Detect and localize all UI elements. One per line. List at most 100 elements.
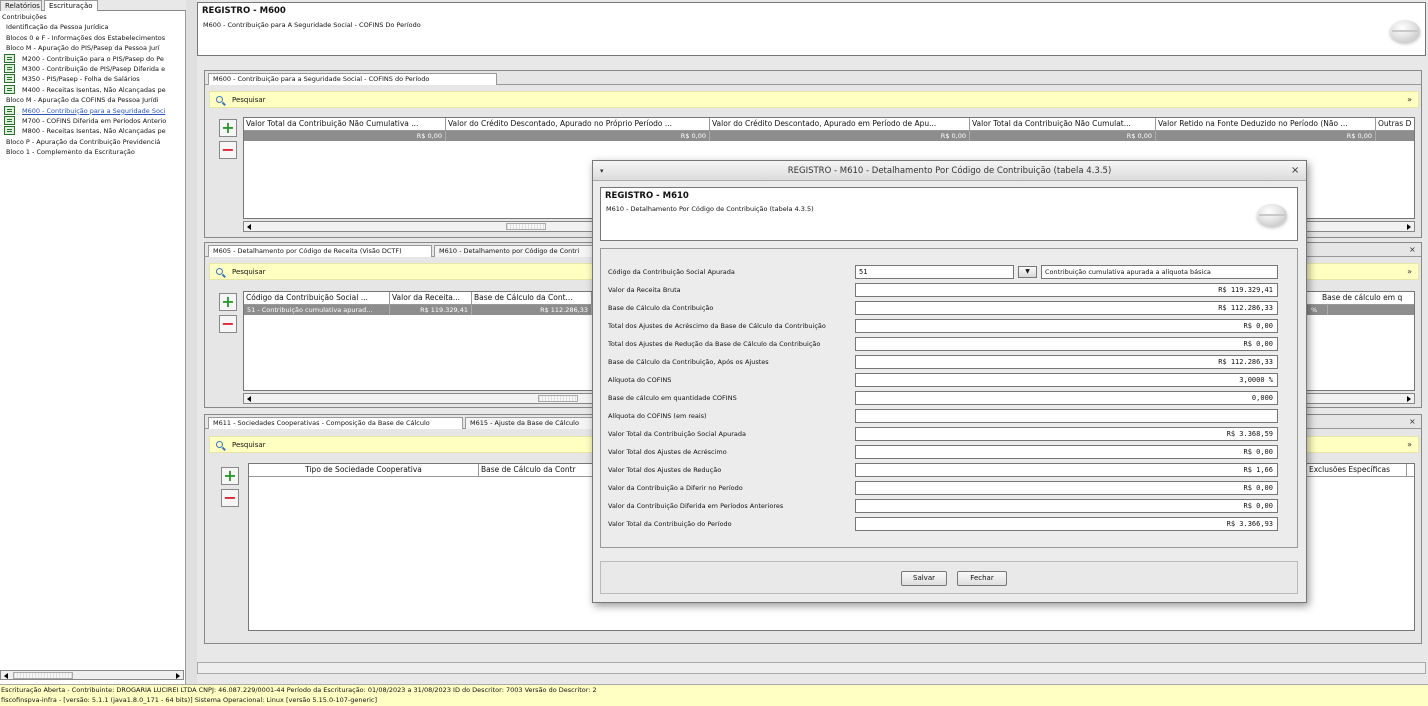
code-description: Contribuição cumulativa apurada a alíquo… <box>1041 265 1278 279</box>
field-value[interactable]: R$ 0,00 <box>855 337 1278 351</box>
column-header[interactable]: Base de Cálculo da Contr <box>479 464 599 477</box>
field-value[interactable]: R$ 112.286,33 <box>855 355 1278 369</box>
logo-icon <box>1390 20 1420 42</box>
save-button[interactable]: Salvar <box>901 571 947 586</box>
search-label: Pesquisar <box>232 268 266 276</box>
search-label: Pesquisar <box>232 441 266 449</box>
register-header: REGISTRO - M600 M600 - Contribuição para… <box>197 2 1426 56</box>
tree-horizontal-scrollbar[interactable] <box>0 670 184 680</box>
register-table-icon <box>4 84 15 94</box>
dialog-header-subtitle: M610 - Detalhamento Por Código de Contri… <box>606 205 814 213</box>
dialog-header-title: REGISTRO - M610 <box>605 191 689 201</box>
field-value[interactable]: R$ 0,00 <box>855 319 1278 333</box>
form-row: Base de Cálculo da Contribuição, Após os… <box>601 355 1299 369</box>
tab-m615[interactable]: M615 - Ajuste da Base de Cálculo <box>465 417 595 429</box>
expand-chevron-icon[interactable]: » <box>1407 92 1412 108</box>
tree-item-label: Bloco 1 - Complemento da Escrituração <box>6 148 135 157</box>
tree-item-label: M700 - COFINS Diferida em Períodos Anter… <box>22 117 167 125</box>
field-label: Base de Cálculo da Contribuição, Após os… <box>608 358 769 366</box>
tree-item-label: Identificação da Pessoa Jurídica <box>6 23 109 32</box>
field-label: Total dos Ajustes de Redução da Base de … <box>608 340 821 348</box>
form-row: Valor Total dos Ajustes de Redução R$ 1,6… <box>601 463 1299 477</box>
scroll-right-icon[interactable] <box>1407 224 1411 230</box>
add-row-button[interactable]: + <box>219 293 237 311</box>
close-icon[interactable]: × <box>1409 245 1416 254</box>
column-header[interactable]: Base de Cálculo da Cont... <box>472 292 592 305</box>
tab-m600[interactable]: M600 - Contribuição para a Seguridade So… <box>208 73 497 85</box>
field-value[interactable]: R$ 1,66 <box>855 463 1278 477</box>
column-header[interactable]: Valor Retido na Fonte Deduzido no Períod… <box>1156 118 1376 131</box>
window-menu-icon[interactable]: ▾ <box>600 161 604 181</box>
table-cell: 51 - Contribuição cumulativa apurad... <box>244 305 390 315</box>
form-row: Valor Total da Contribuição Social Apura… <box>601 427 1299 441</box>
scroll-left-icon[interactable] <box>247 224 251 230</box>
field-value[interactable]: R$ 112.286,33 <box>855 301 1278 315</box>
register-table-icon <box>4 74 15 84</box>
register-table-icon <box>4 116 15 125</box>
table-cell: R$ 0,00 <box>446 131 710 141</box>
scroll-left-icon[interactable] <box>247 396 251 402</box>
close-icon[interactable]: × <box>1409 417 1416 426</box>
search-bar[interactable]: Pesquisar » <box>209 91 1419 108</box>
tree-item-label: Bloco P - Apuração da Contribuição Previ… <box>6 137 161 146</box>
close-button[interactable]: Fechar <box>957 571 1007 586</box>
code-input[interactable]: 51 <box>855 265 1014 279</box>
remove-row-button[interactable]: − <box>219 141 237 159</box>
field-value[interactable] <box>855 409 1278 423</box>
search-icon <box>216 268 223 275</box>
form-row: Alíquota do COFINS 3,0000 % <box>601 373 1299 387</box>
form-row: Base de Cálculo da Contribuição R$ 112.28… <box>601 301 1299 315</box>
expand-chevron-icon[interactable]: » <box>1407 264 1412 280</box>
field-value[interactable]: 0,000 <box>855 391 1278 405</box>
tab-m605[interactable]: M605 - Detalhamento por Código de Receit… <box>208 245 432 257</box>
code-dropdown-button[interactable]: ▼ <box>1018 266 1037 278</box>
scroll-right-icon[interactable] <box>176 673 180 679</box>
field-value[interactable]: R$ 3.366,93 <box>855 517 1278 531</box>
status-bar: Escrituração Aberta - Contribuinte: DROG… <box>0 684 1428 706</box>
close-icon[interactable]: × <box>1291 161 1299 181</box>
dialog-titlebar[interactable]: ▾ REGISTRO - M610 - Detalhamento Por Cód… <box>593 161 1306 181</box>
column-header[interactable]: Valor da Receita... <box>390 292 472 305</box>
tab-m611[interactable]: M611 - Sociedades Cooperativas - Composi… <box>208 417 463 429</box>
scroll-left-icon[interactable] <box>4 673 8 679</box>
scroll-right-icon[interactable] <box>1407 396 1411 402</box>
scroll-thumb[interactable] <box>506 223 546 230</box>
column-header[interactable]: Base de cálculo em q <box>1320 292 1414 305</box>
form-row: Total dos Ajustes de Redução da Base de … <box>601 337 1299 351</box>
splitter[interactable] <box>186 0 197 684</box>
tab-escrituracao[interactable]: Escrituração <box>44 0 98 11</box>
field-value[interactable]: R$ 3.368,59 <box>855 427 1278 441</box>
table-row[interactable]: R$ 0,00 R$ 0,00 R$ 0,00 R$ 0,00 R$ 0,00 <box>244 131 1414 141</box>
column-header[interactable]: Valor Total da Contribuição Não Cumulat.… <box>970 118 1156 131</box>
field-label: Base de cálculo em quantidade COFINS <box>608 394 737 402</box>
column-header[interactable]: Código da Contribuição Social ... <box>244 292 390 305</box>
remove-row-button[interactable]: − <box>221 489 239 507</box>
remove-row-button[interactable]: − <box>219 315 237 333</box>
add-row-button[interactable]: + <box>221 467 239 485</box>
column-header[interactable]: Outras D <box>1376 118 1414 131</box>
tab-m610[interactable]: M610 - Detalhamento por Código de Contri <box>434 245 594 257</box>
field-value[interactable]: 3,0000 % <box>855 373 1278 387</box>
tab-relatorios[interactable]: Relatórios <box>0 0 42 11</box>
field-value[interactable]: R$ 0,00 <box>855 445 1278 459</box>
page-subtitle: M600 - Contribuição para A Seguridade So… <box>203 21 421 29</box>
column-header[interactable]: Exclusões Específicas <box>1307 464 1407 477</box>
panel-m600-tabs: M600 - Contribuição para a Seguridade So… <box>205 71 1421 85</box>
add-row-button[interactable]: + <box>219 119 237 137</box>
code-label: Código da Contribuição Social Apurada <box>608 268 735 276</box>
field-label: Valor Total dos Ajustes de Redução <box>608 466 722 474</box>
m610-dialog: ▾ REGISTRO - M610 - Detalhamento Por Cód… <box>592 160 1307 603</box>
column-header[interactable]: Valor do Crédito Descontado, Apurado no … <box>446 118 710 131</box>
field-value[interactable]: R$ 0,00 <box>855 499 1278 513</box>
table-header: Valor Total da Contribuição Não Cumulati… <box>244 118 1414 131</box>
column-header[interactable]: Valor do Crédito Descontado, Apurado em … <box>710 118 970 131</box>
column-header[interactable]: Valor Total da Contribuição Não Cumulati… <box>244 118 446 131</box>
column-header[interactable]: Tipo de Sociedade Cooperativa <box>249 464 479 477</box>
field-value[interactable]: R$ 0,00 <box>855 481 1278 495</box>
scroll-thumb[interactable] <box>13 672 73 679</box>
field-value[interactable]: R$ 119.329,41 <box>855 283 1278 297</box>
expand-chevron-icon[interactable]: » <box>1407 437 1412 453</box>
scroll-thumb[interactable] <box>538 395 578 402</box>
dialog-button-bar: Salvar Fechar <box>600 561 1298 594</box>
bottom-scroll-strip[interactable] <box>197 662 1426 674</box>
